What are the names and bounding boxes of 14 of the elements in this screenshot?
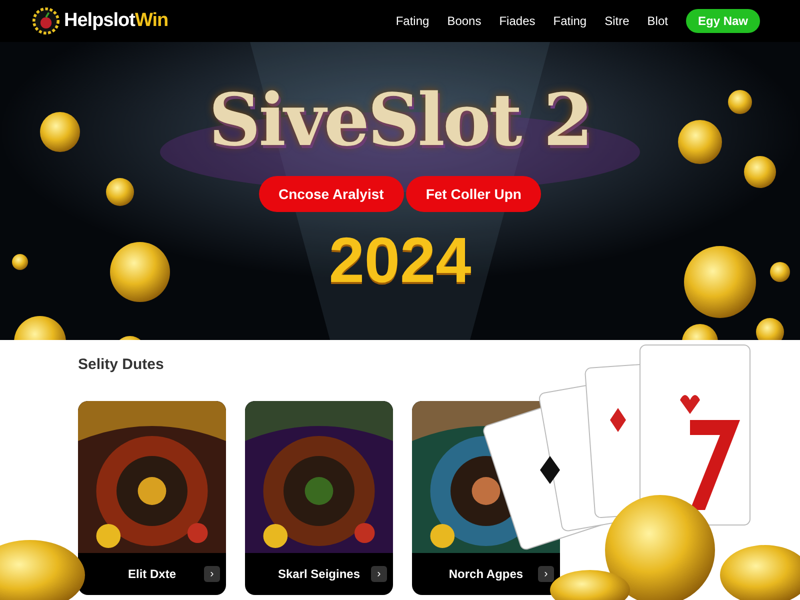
nav-link[interactable]: Sitre (604, 14, 630, 28)
card-caption: Skarl Seigines (278, 567, 360, 581)
game-card[interactable]: Skarl Seigines › (245, 401, 393, 595)
nav-link[interactable]: Blot (647, 14, 668, 28)
nav-link[interactable]: Fiades (499, 14, 536, 28)
logo-icon (32, 7, 60, 35)
arrow-button[interactable]: › (371, 566, 387, 582)
card-caption: Elit Dxte (128, 567, 176, 581)
nav-link[interactable]: Fating (553, 14, 587, 28)
arrow-button[interactable]: › (204, 566, 220, 582)
logo-text: HelpslotWin (64, 10, 168, 32)
nav-link[interactable]: Fating (396, 14, 430, 28)
section-title: Selity Dutes (78, 356, 165, 373)
nav-link[interactable]: Boons (447, 14, 482, 28)
